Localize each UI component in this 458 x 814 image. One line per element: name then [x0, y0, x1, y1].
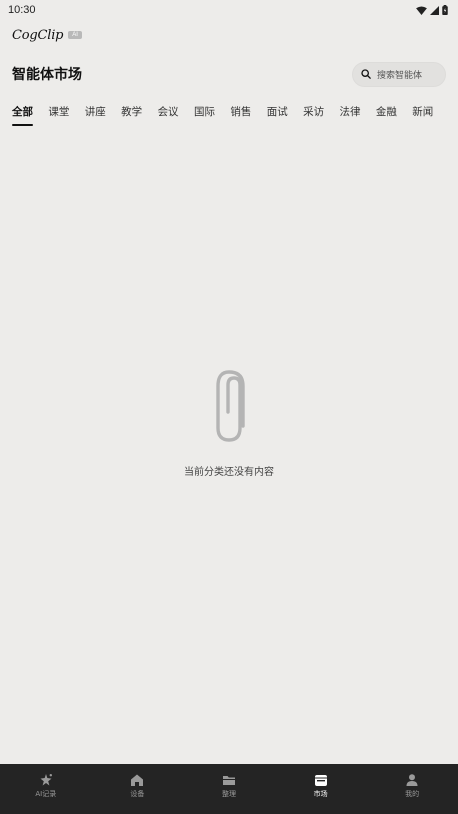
empty-state: 当前分类还没有内容 [0, 368, 458, 478]
nav-market[interactable]: 市场 [275, 764, 367, 814]
ai-badge: AI [68, 31, 82, 39]
nav-label: AI记录 [35, 790, 57, 798]
status-time: 10:30 [8, 4, 36, 16]
tab-all[interactable]: 全部 [12, 104, 33, 126]
home-icon [131, 774, 144, 786]
bottom-nav: AI记录 设备 整理 市场 我的 [0, 764, 458, 814]
category-tabs: 全部 课堂 讲座 教学 会议 国际 销售 面试 采访 法律 金融 新闻 [12, 104, 458, 128]
signal-icon [430, 5, 439, 15]
tab-news[interactable]: 新闻 [412, 104, 433, 126]
battery-icon [442, 5, 448, 15]
wifi-icon [416, 5, 427, 15]
nav-label: 整理 [221, 790, 236, 798]
tab-teaching[interactable]: 教学 [121, 104, 142, 126]
page-title: 智能体市场 [12, 67, 82, 83]
search-icon [361, 69, 371, 79]
nav-profile[interactable]: 我的 [366, 764, 458, 814]
nav-label: 设备 [130, 790, 145, 798]
nav-devices[interactable]: 设备 [92, 764, 184, 814]
app-logo: CogClip AI [12, 26, 82, 44]
tab-international[interactable]: 国际 [194, 104, 215, 126]
nav-ai-records[interactable]: AI记录 [0, 764, 92, 814]
person-icon [406, 774, 418, 786]
tab-law[interactable]: 法律 [340, 104, 361, 126]
search-placeholder: 搜索智能体 [377, 70, 423, 81]
empty-message: 当前分类还没有内容 [184, 467, 274, 478]
tab-finance[interactable]: 金融 [376, 104, 397, 126]
nav-label: 市场 [313, 790, 328, 798]
market-icon [314, 775, 327, 786]
search-input[interactable]: 搜索智能体 [352, 61, 446, 87]
status-bar: 10:30 [0, 0, 458, 20]
tab-interview[interactable]: 面试 [267, 104, 288, 126]
folder-icon [222, 776, 235, 785]
status-icons [416, 5, 448, 15]
header: 智能体市场 搜索智能体 [12, 60, 446, 88]
logo-text: CogClip [12, 27, 64, 43]
tab-press-interview[interactable]: 采访 [303, 104, 324, 126]
paperclip-icon [216, 370, 245, 442]
nav-label: 我的 [405, 790, 420, 798]
ai-sparkle-icon [40, 774, 52, 786]
nav-organize[interactable]: 整理 [183, 764, 275, 814]
tab-meeting[interactable]: 会议 [158, 104, 179, 126]
tab-lecture[interactable]: 讲座 [85, 104, 106, 126]
tab-classroom[interactable]: 课堂 [48, 104, 69, 126]
tab-sales[interactable]: 销售 [230, 104, 251, 126]
